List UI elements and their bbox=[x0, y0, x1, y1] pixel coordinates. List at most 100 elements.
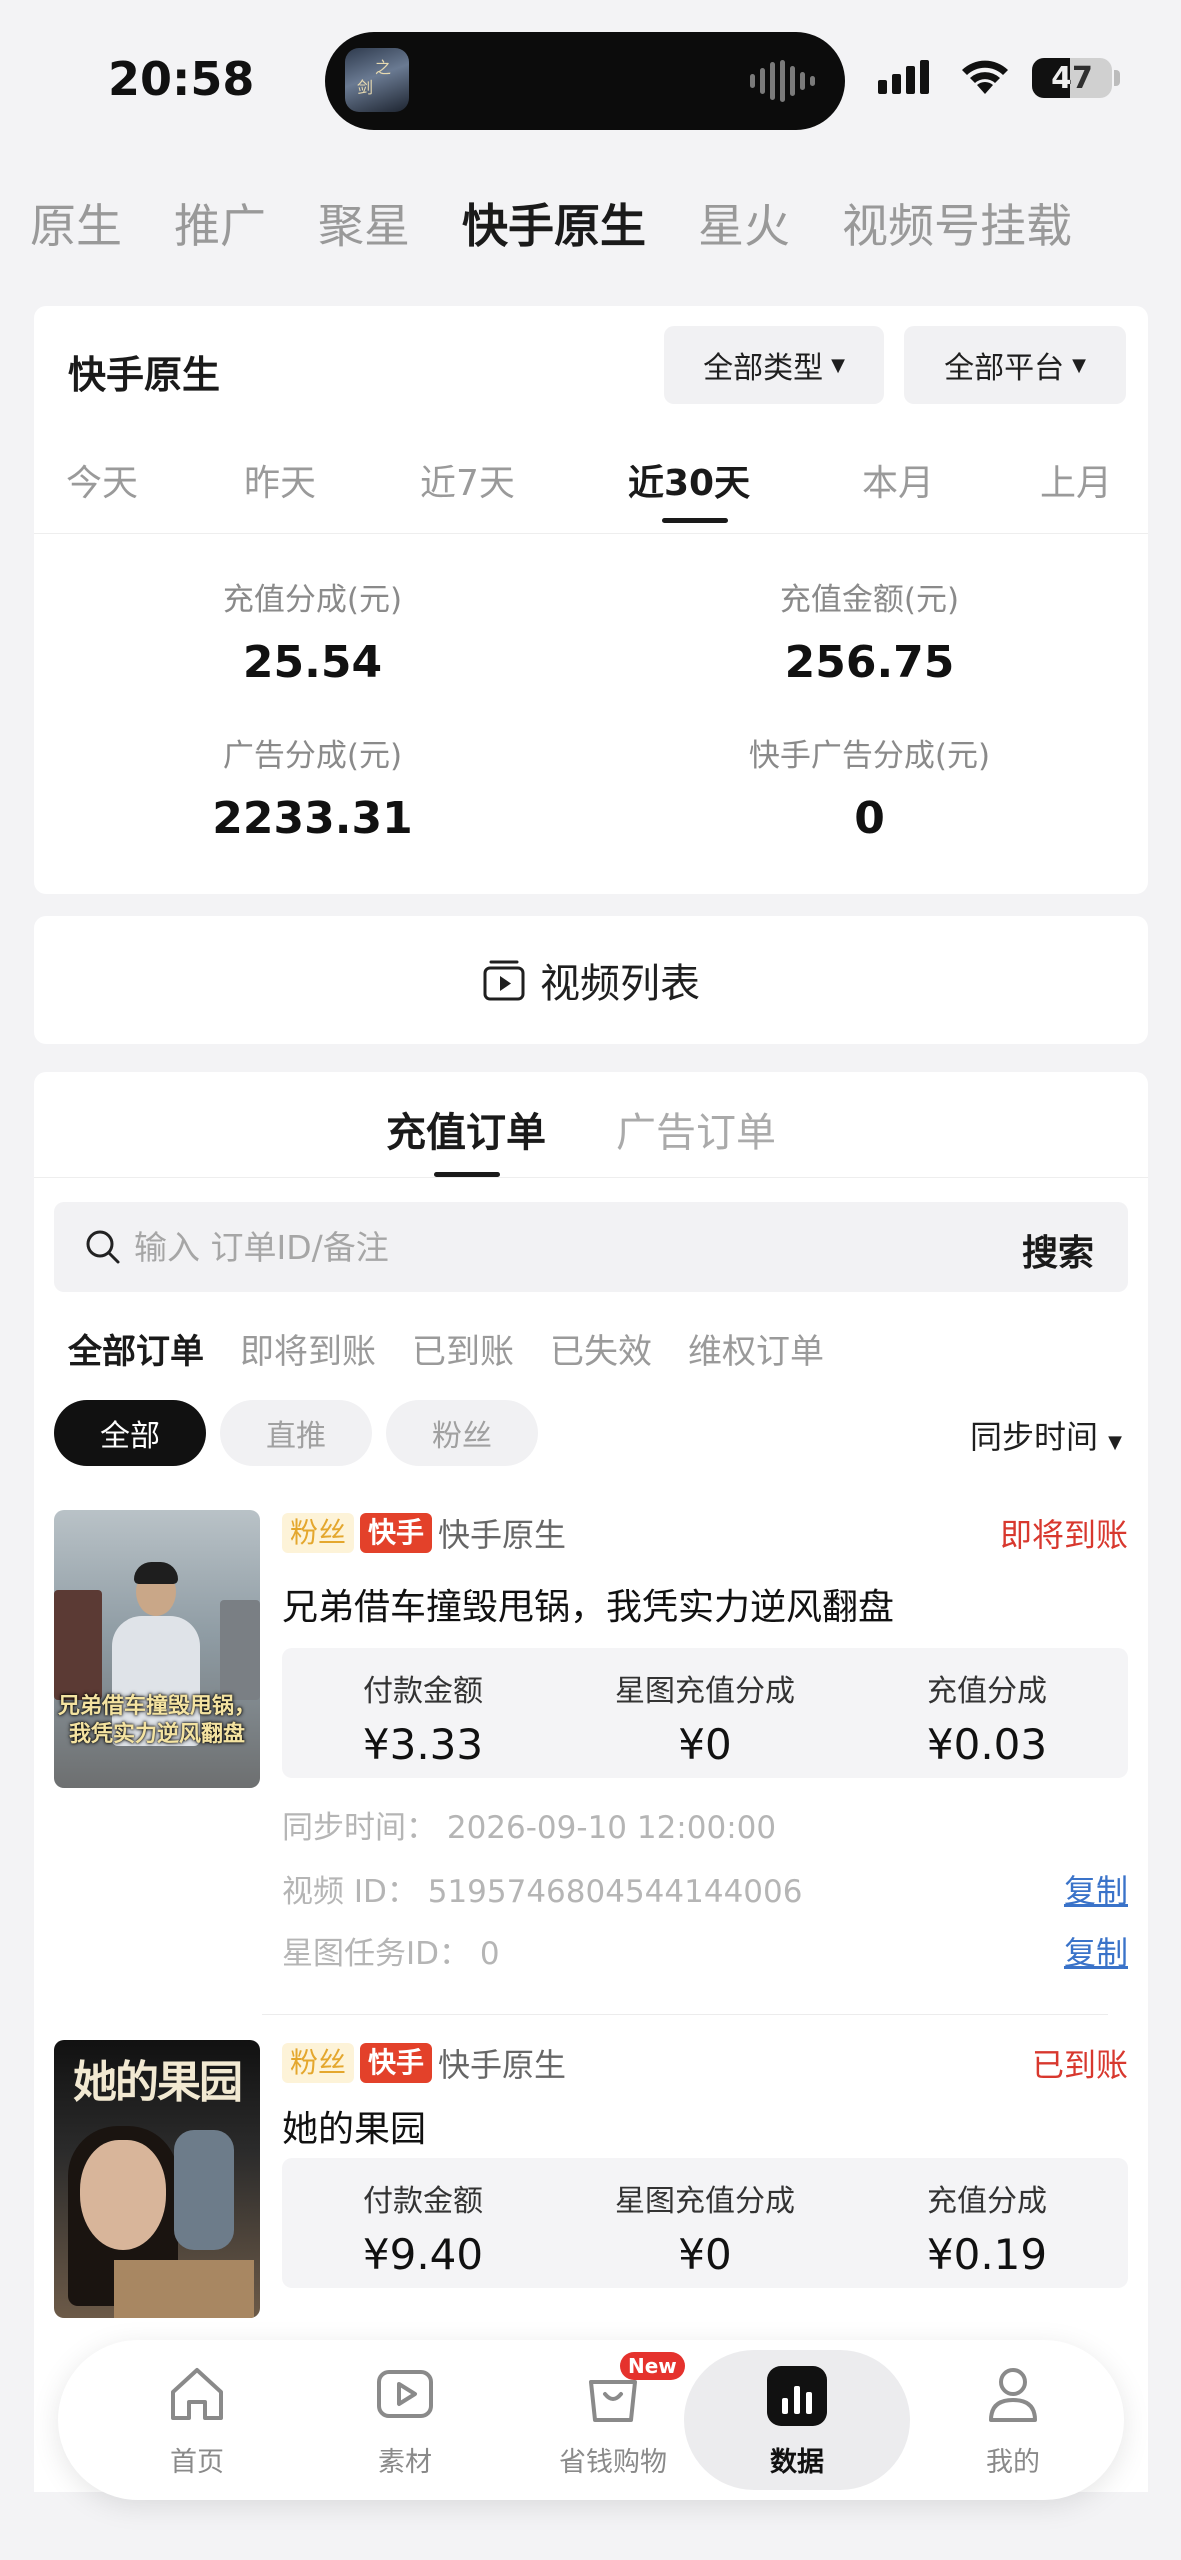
tab-xinghuo[interactable]: 星火 bbox=[698, 190, 790, 256]
thumb-figure bbox=[174, 2130, 234, 2250]
tab-tuiguang[interactable]: 推广 bbox=[174, 190, 266, 256]
battery-tip bbox=[1114, 70, 1120, 86]
date-tab-30days[interactable]: 近30天 bbox=[628, 454, 750, 506]
new-badge: New bbox=[620, 2352, 685, 2380]
filter-pending[interactable]: 即将到账 bbox=[240, 1324, 376, 1373]
nav-label: 数据 bbox=[770, 2447, 824, 2478]
bottom-nav: 首页 素材 New 省钱购物 数据 我的 bbox=[58, 2340, 1124, 2500]
category-tabs: 原生 推广 聚星 快手原生 星火 视频号挂载 bbox=[30, 190, 1181, 256]
tab-recharge-orders[interactable]: 充值订单 bbox=[386, 1100, 546, 1158]
kuaishou-tag: 快手 bbox=[360, 1513, 433, 1553]
platform-filter-dropdown[interactable]: 全部平台 ▼ bbox=[904, 326, 1126, 404]
search-button[interactable]: 搜索 bbox=[1022, 1224, 1094, 1276]
tab-ad-orders[interactable]: 广告订单 bbox=[616, 1100, 776, 1158]
video-list-label: 视频列表 bbox=[540, 961, 700, 1007]
date-tab-this-month[interactable]: 本月 bbox=[862, 454, 934, 506]
thumb-truck bbox=[54, 1590, 102, 1700]
amount-value: ¥3.33 bbox=[362, 1720, 484, 1769]
stat-recharge-share: 充值分成(元) 25.54 bbox=[34, 574, 591, 688]
nav-data[interactable]: 数据 bbox=[684, 2350, 910, 2490]
amount-label: 付款金额 bbox=[363, 2184, 483, 2219]
amount-label: 星图充值分成 bbox=[615, 1674, 795, 1709]
nav-material[interactable]: 素材 bbox=[300, 2340, 510, 2500]
search-icon bbox=[86, 1230, 120, 1264]
bar-chart-icon bbox=[767, 2366, 827, 2426]
order-status-filters: 全部订单 即将到账 已到账 已失效 维权订单 bbox=[68, 1324, 860, 1373]
date-tab-last-month[interactable]: 上月 bbox=[1040, 454, 1112, 506]
now-playing-app-icon: 之剑 bbox=[345, 48, 409, 112]
amount-value: ¥9.40 bbox=[362, 2230, 484, 2279]
tab-shipinhao[interactable]: 视频号挂载 bbox=[842, 190, 1072, 256]
thumb-caption: 兄弟借车撞毁甩锅，我凭实力逆风翻盘 bbox=[58, 1693, 257, 1747]
type-filter-dropdown[interactable]: 全部类型 ▼ bbox=[664, 326, 884, 404]
video-thumbnail[interactable]: 兄弟借车撞毁甩锅，我凭实力逆风翻盘 bbox=[54, 1510, 260, 1788]
amount-label: 付款金额 bbox=[363, 1674, 483, 1709]
pay-amount: 付款金额 ¥9.40 bbox=[282, 2176, 564, 2279]
tab-kuaishou-yuansheng[interactable]: 快手原生 bbox=[462, 190, 646, 256]
stat-label: 充值金额(元) bbox=[779, 582, 960, 618]
nav-label: 素材 bbox=[378, 2447, 432, 2478]
orders-card: 充值订单 广告订单 搜索 全部订单 即将到账 已到账 已失效 维权订单 全部 直… bbox=[34, 1072, 1148, 2492]
date-range-tabs: 今天 昨天 近7天 近30天 本月 上月 bbox=[34, 444, 1148, 534]
stat-ks-ad-share: 快手广告分成(元) 0 bbox=[591, 730, 1148, 844]
stat-label: 快手广告分成(元) bbox=[748, 738, 991, 774]
dynamic-island[interactable]: 之剑 bbox=[325, 32, 845, 130]
order-status: 已到账 bbox=[1031, 2046, 1128, 2084]
copy-video-id-link[interactable]: 复制 bbox=[1064, 1866, 1128, 1912]
tab-yuansheng[interactable]: 原生 bbox=[30, 190, 122, 256]
task-id: 星图任务ID： 0 bbox=[282, 1936, 500, 1972]
search-input[interactable] bbox=[134, 1222, 894, 1272]
thumb-box bbox=[114, 2260, 254, 2318]
copy-task-id-link[interactable]: 复制 bbox=[1064, 1928, 1128, 1974]
battery-level: 47 bbox=[1051, 61, 1093, 96]
nav-home[interactable]: 首页 bbox=[92, 2340, 302, 2500]
order-item[interactable]: 兄弟借车撞毁甩锅，我凭实力逆风翻盘 粉丝 快手 快手原生 即将到账 兄弟借车撞毁甩锅… bbox=[54, 1510, 1128, 1980]
platform-filter-label: 全部平台 bbox=[944, 351, 1065, 386]
stat-ad-share: 广告分成(元) 2233.31 bbox=[34, 730, 591, 844]
date-tab-indicator bbox=[662, 518, 728, 523]
fans-tag: 粉丝 bbox=[282, 2043, 355, 2083]
amount-box: 付款金额 ¥9.40 星图充值分成 ¥0 充值分成 ¥0.19 bbox=[282, 2158, 1128, 2288]
xingtu-share: 星图充值分成 ¥0 bbox=[564, 1666, 846, 1769]
video-list-button[interactable]: 视频列表 bbox=[34, 916, 1148, 1044]
sort-dropdown[interactable]: 同步时间 ▼ bbox=[970, 1412, 1122, 1458]
order-item[interactable]: 她的果园 粉丝 快手 快手原生 已到账 她的果园 付款金额 ¥9.40 星图充值分成… bbox=[54, 2040, 1128, 2340]
filter-expired[interactable]: 已失效 bbox=[550, 1324, 652, 1373]
amount-label: 充值分成 bbox=[927, 1674, 1047, 1709]
amount-value: ¥0.03 bbox=[926, 1720, 1048, 1769]
type-filter-label: 全部类型 bbox=[703, 351, 824, 386]
video-list-icon bbox=[483, 960, 525, 1001]
amount-value: ¥0 bbox=[678, 1720, 732, 1769]
order-tab-indicator bbox=[434, 1172, 500, 1177]
stat-value: 256.75 bbox=[784, 637, 955, 688]
pill-direct[interactable]: 直推 bbox=[220, 1400, 372, 1466]
amount-label: 星图充值分成 bbox=[615, 2184, 795, 2219]
caret-down-icon: ▼ bbox=[1108, 1432, 1122, 1453]
caret-down-icon: ▼ bbox=[1072, 354, 1086, 376]
amount-value: ¥0.19 bbox=[926, 2230, 1048, 2279]
pill-fans[interactable]: 粉丝 bbox=[386, 1400, 538, 1466]
video-thumbnail[interactable]: 她的果园 bbox=[54, 2040, 260, 2318]
xingtu-share: 星图充值分成 ¥0 bbox=[564, 2176, 846, 2279]
pill-all[interactable]: 全部 bbox=[54, 1400, 206, 1466]
stat-label: 充值分成(元) bbox=[222, 582, 403, 618]
order-info: 粉丝 快手 快手原生 已到账 她的果园 付款金额 ¥9.40 星图充值分成 ¥0 充… bbox=[282, 2040, 1128, 2288]
play-icon bbox=[377, 2370, 433, 2418]
status-time: 20:58 bbox=[108, 52, 255, 106]
date-tab-7days[interactable]: 近7天 bbox=[420, 454, 515, 506]
nav-me[interactable]: 我的 bbox=[908, 2340, 1118, 2500]
source-pills: 全部 直推 粉丝 bbox=[54, 1400, 538, 1466]
order-type-tabs: 充值订单 广告订单 bbox=[34, 1072, 1148, 1178]
order-platform: 快手原生 bbox=[438, 1516, 567, 1554]
filter-all-orders[interactable]: 全部订单 bbox=[68, 1324, 204, 1373]
wifi-icon bbox=[962, 60, 1008, 94]
audio-wave-icon bbox=[750, 60, 815, 102]
tab-juxing[interactable]: 聚星 bbox=[318, 190, 410, 256]
filter-received[interactable]: 已到账 bbox=[412, 1324, 514, 1373]
order-title: 她的果园 bbox=[282, 2109, 427, 2150]
date-tab-today[interactable]: 今天 bbox=[66, 454, 138, 506]
filter-dispute[interactable]: 维权订单 bbox=[688, 1324, 824, 1373]
stat-label: 广告分成(元) bbox=[222, 738, 403, 774]
nav-label: 我的 bbox=[986, 2447, 1040, 2478]
date-tab-yesterday[interactable]: 昨天 bbox=[244, 454, 316, 506]
